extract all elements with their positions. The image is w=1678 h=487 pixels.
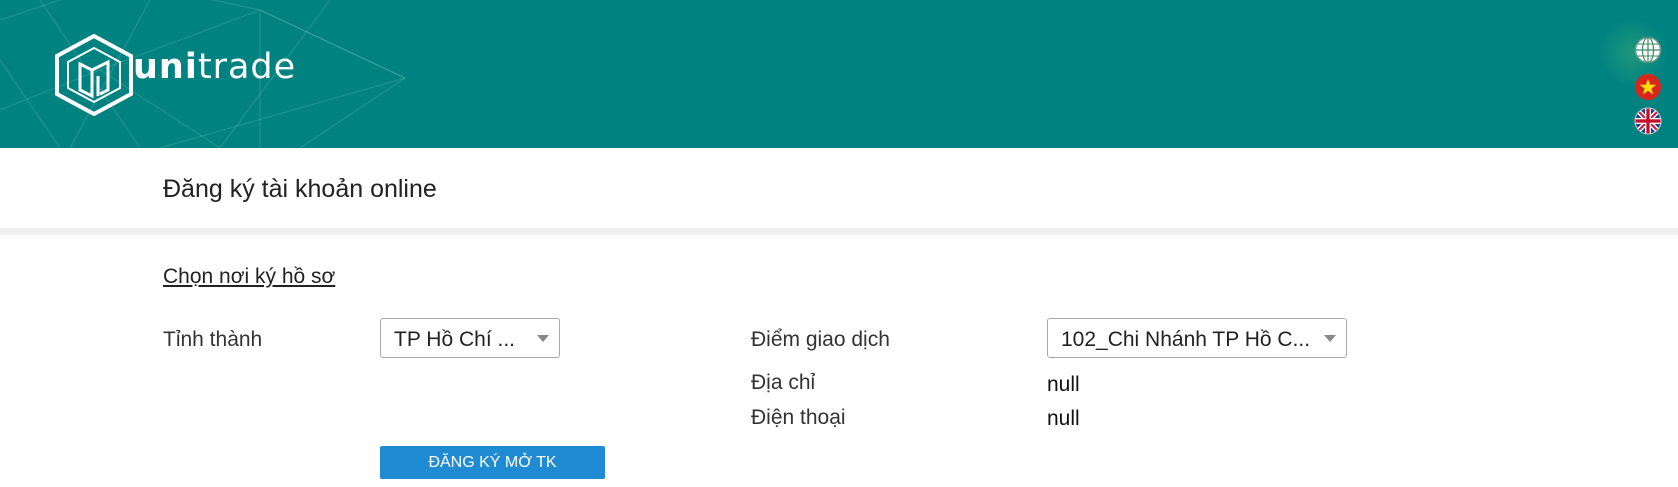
page-title: Đăng ký tài khoản online: [163, 175, 437, 203]
top-header: unitrade: [0, 0, 1678, 148]
province-label: Tỉnh thành: [163, 328, 263, 351]
unitrade-logo-icon: [55, 34, 133, 116]
province-select-value: TP Hồ Chí ...: [394, 328, 515, 351]
address-label: Địa chỉ: [751, 371, 816, 394]
branch-select-value: 102_Chi Nhánh TP Hồ C...: [1061, 328, 1311, 351]
phone-value: null: [1047, 407, 1080, 430]
address-value: null: [1047, 373, 1080, 396]
chevron-down-icon: [537, 335, 549, 342]
branch-label: Điểm giao dịch: [751, 328, 890, 351]
phone-label: Điện thoại: [751, 406, 846, 429]
chevron-down-icon: [1324, 335, 1336, 342]
vietnam-flag-icon[interactable]: [1634, 73, 1662, 101]
register-account-button[interactable]: ĐĂNG KÝ MỞ TK: [380, 446, 605, 479]
uk-flag-icon[interactable]: [1634, 107, 1662, 135]
brand-name: unitrade: [133, 47, 297, 87]
branch-select[interactable]: 102_Chi Nhánh TP Hồ C...: [1047, 318, 1347, 358]
globe-icon[interactable]: [1634, 36, 1662, 64]
section-divider: [0, 228, 1678, 235]
select-location-link[interactable]: Chọn nơi ký hồ sơ: [163, 265, 335, 289]
province-select[interactable]: TP Hồ Chí ...: [380, 318, 560, 358]
